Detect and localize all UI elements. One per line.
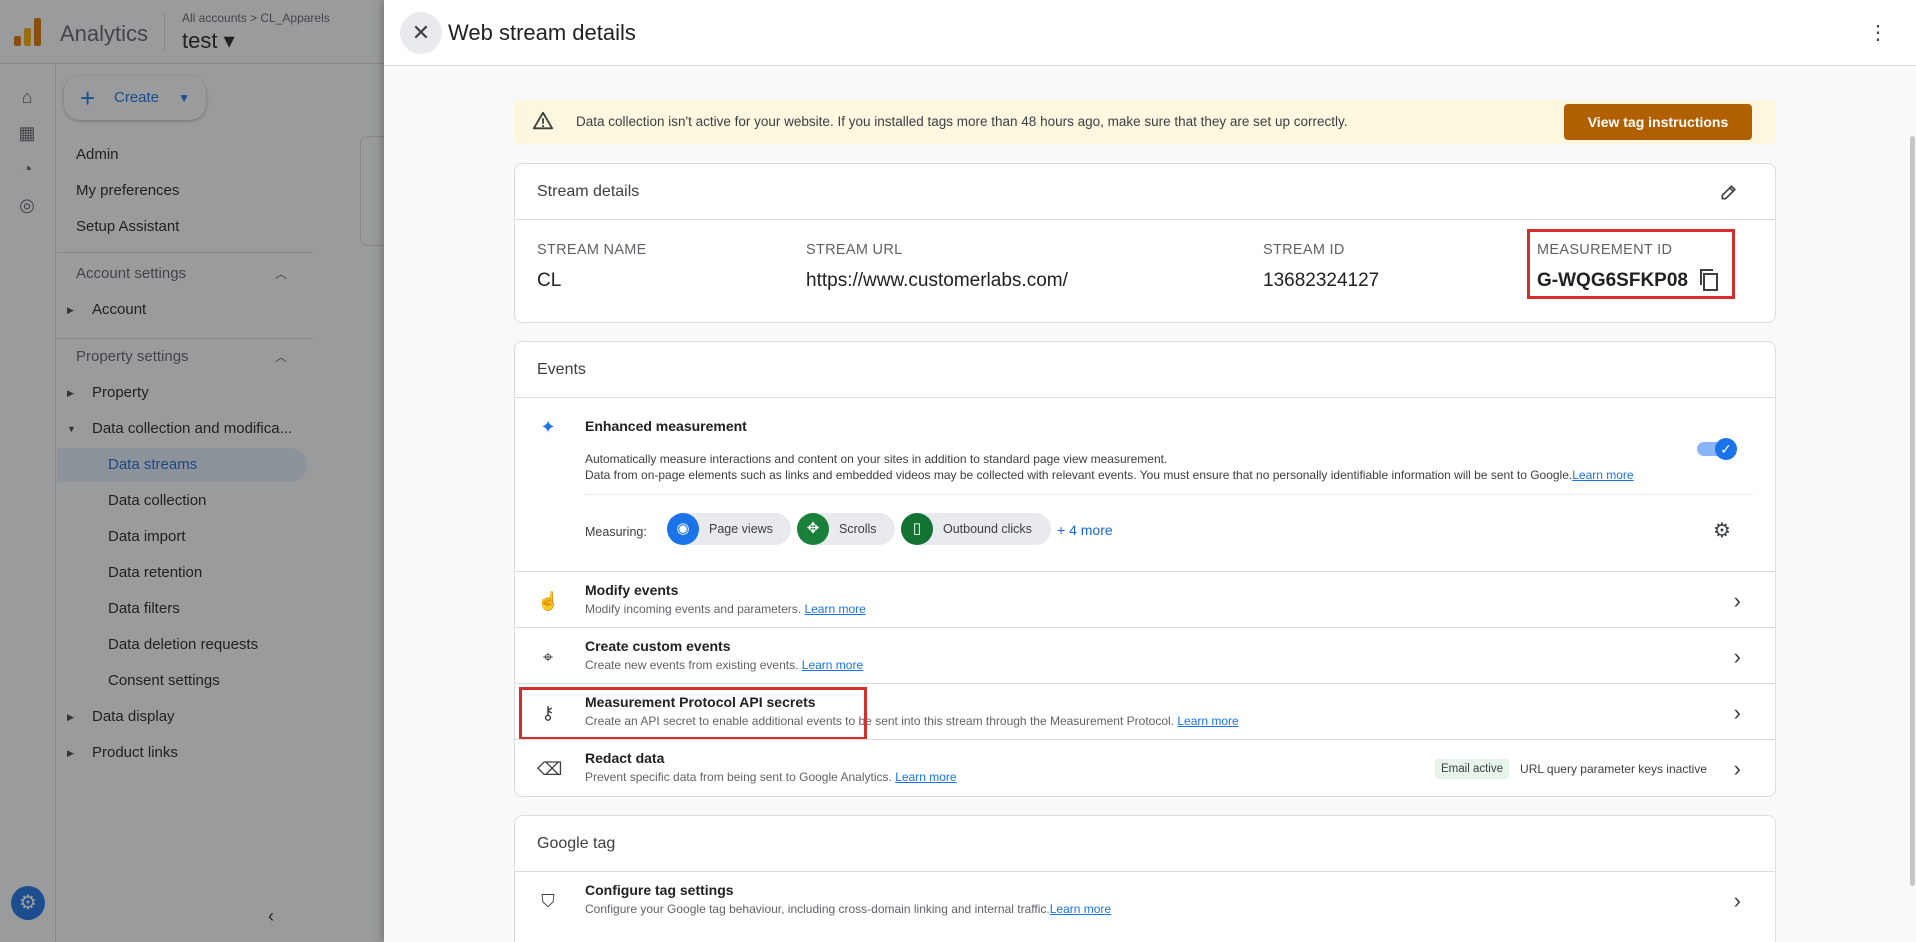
learn-more-link[interactable]: Learn more [1050,902,1111,916]
row-title: Create custom events [585,638,731,654]
more-measurements-link[interactable]: + 4 more [1057,522,1113,538]
edit-pencil-icon[interactable] [1719,182,1739,202]
chip-label: Outbound clicks [943,522,1032,536]
email-active-badge: Email active [1435,759,1509,779]
chevron-right-icon: › [1733,700,1741,725]
desc-text: Prevent specific data from being sent to… [585,770,892,784]
chip-label: Page views [709,522,773,536]
panel-body: Data collection isn't active for your we… [384,66,1916,942]
chevron-right-icon: › [1733,756,1741,781]
page-views-chip: ◉ Page views [667,513,791,545]
row-title: Redact data [585,750,665,766]
configure-tag-settings-row[interactable]: ⛉ Configure tag settings Configure your … [515,872,1775,928]
mouse-icon: ▯ [901,513,933,545]
google-tag-title: Google tag [537,835,616,852]
stream-details-header: Stream details [515,164,1775,220]
panel-header: ✕ Web stream details ⋮ [384,0,1916,66]
close-icon: ✕ [411,20,431,45]
desc-text: Data from on-page elements such as links… [585,468,1573,482]
create-custom-events-row[interactable]: ⌖ Create custom events Create new events… [515,627,1775,683]
row-description: Modify incoming events and parameters. L… [585,602,866,616]
row-description: Prevent specific data from being sent to… [585,770,957,784]
desc-text: Create new events from existing events. [585,658,799,672]
stream-id-value: 13682324127 [1263,270,1380,291]
chip-label: Scrolls [839,522,877,536]
enhanced-measurement-section: ✦ Enhanced measurement Automatically mea… [515,398,1775,571]
learn-more-link[interactable]: Learn more [895,770,956,784]
alert-message: Data collection isn't active for your we… [576,114,1348,129]
url-query-status: URL query parameter keys inactive [1520,762,1707,776]
events-card: Events ✦ Enhanced measurement Automatica… [514,341,1776,797]
events-title: Events [537,361,586,378]
checkmark-icon: ✓ [1715,438,1737,460]
row-title: Modify events [585,582,679,598]
measurement-id-label: MEASUREMENT ID [1537,242,1673,258]
modify-events-row[interactable]: ☝ Modify events Modify incoming events a… [515,571,1775,627]
scrollbar[interactable] [1910,136,1915,886]
learn-more-link[interactable]: Learn more [1572,468,1633,482]
measurement-id-value[interactable]: G-WQG6SFKP08 [1537,270,1688,292]
divider [585,494,1753,495]
learn-more-link[interactable]: Learn more [1177,714,1238,728]
web-stream-details-panel: ✕ Web stream details ⋮ Data collection i… [384,0,1916,942]
row-description: Configure your Google tag behaviour, inc… [585,902,1111,916]
scroll-arrows-icon: ✥ [797,513,829,545]
enhanced-measurement-desc-1: Automatically measure interactions and c… [585,452,1168,466]
scrolls-chip: ✥ Scrolls [797,513,895,545]
enhanced-measurement-title: Enhanced measurement [585,418,747,434]
row-title: Configure tag settings [585,882,734,898]
measurement-protocol-api-secrets-row[interactable]: ⚷ Measurement Protocol API secrets Creat… [515,683,1775,740]
enhanced-measurement-toggle[interactable]: ✓ [1697,438,1737,460]
copy-icon[interactable] [1699,269,1719,291]
google-tag-card: Google tag ⛉ Configure tag settings Conf… [514,815,1776,942]
panel-title: Web stream details [448,20,636,45]
stream-url-value: https://www.customerlabs.com/ [806,270,1068,291]
learn-more-link[interactable]: Learn more [804,602,865,616]
enhanced-measurement-desc-2: Data from on-page elements such as links… [585,468,1634,482]
chevron-right-icon: › [1733,588,1741,613]
learn-more-link[interactable]: Learn more [802,658,863,672]
events-header: Events [515,342,1775,398]
stream-name-value: CL [537,270,562,291]
desc-text: Configure your Google tag behaviour, inc… [585,902,1050,916]
stream-details-title: Stream details [537,183,640,200]
warning-icon [532,111,554,130]
view-tag-instructions-button[interactable]: View tag instructions [1564,104,1752,140]
close-button[interactable]: ✕ [400,12,442,54]
redact-data-row[interactable]: ⌫ Redact data Prevent specific data from… [515,739,1775,795]
api-secrets-highlight-box [519,687,867,740]
eraser-icon: ⌫ [537,759,563,779]
google-tag-header: Google tag [515,816,1775,872]
settings-gear-icon[interactable]: ⚙ [1713,518,1731,543]
stream-name-label: STREAM NAME [537,242,647,258]
stream-details-card: Stream details STREAM NAME CL STREAM URL… [514,163,1776,323]
eye-icon: ◉ [667,513,699,545]
desc-text: Modify incoming events and parameters. [585,602,802,616]
chevron-right-icon: › [1733,644,1741,669]
touch-hand-icon: ☝ [537,591,560,611]
row-description: Create new events from existing events. … [585,658,863,672]
tag-icon: ⛉ [541,891,555,911]
measuring-label: Measuring: [585,525,647,539]
outbound-clicks-chip: ▯ Outbound clicks [901,513,1051,545]
stream-url-label: STREAM URL [806,242,903,258]
stream-id-label: STREAM ID [1263,242,1345,258]
more-options-icon[interactable]: ⋮ [1868,18,1888,48]
chevron-right-icon: › [1733,888,1741,913]
cursor-click-icon: ⌖ [542,647,554,667]
sparkle-icon: ✦ [540,417,556,437]
